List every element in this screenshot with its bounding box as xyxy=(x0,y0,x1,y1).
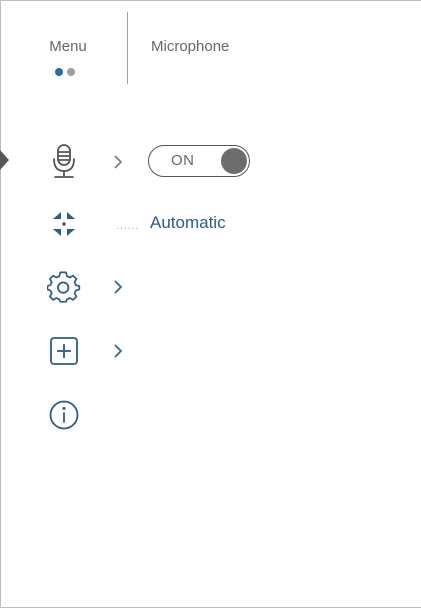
chevron-right-icon xyxy=(114,155,123,169)
microphone-icon xyxy=(53,144,75,178)
gear-icon xyxy=(47,271,81,303)
menu-item-info[interactable] xyxy=(46,397,82,433)
page-dot-inactive xyxy=(67,68,75,76)
plus-box-icon xyxy=(50,337,78,365)
menu-item-settings[interactable] xyxy=(46,270,82,306)
chevron-right-icon xyxy=(114,344,123,358)
page-indicator xyxy=(55,68,75,76)
focus-mode-value[interactable]: Automatic xyxy=(150,213,226,233)
header-divider xyxy=(127,12,128,84)
menu-label: Menu xyxy=(49,38,87,55)
value-leader: ······ xyxy=(116,223,139,234)
selection-pointer-icon xyxy=(0,150,9,170)
menu-item-focus-mode[interactable] xyxy=(46,206,82,242)
chevron-right-icon xyxy=(114,280,123,294)
page-dot-active xyxy=(55,68,63,76)
menu-item-microphone[interactable] xyxy=(46,143,82,179)
focus-brackets-icon xyxy=(53,212,75,236)
frame-left-border xyxy=(0,0,1,608)
toggle-label: ON xyxy=(171,152,195,169)
menu-item-add[interactable] xyxy=(46,333,82,369)
info-icon xyxy=(49,400,79,430)
page-title: Microphone xyxy=(151,38,230,55)
frame-top-border xyxy=(0,0,421,1)
toggle-knob xyxy=(221,148,247,174)
microphone-toggle[interactable]: ON xyxy=(148,145,250,177)
